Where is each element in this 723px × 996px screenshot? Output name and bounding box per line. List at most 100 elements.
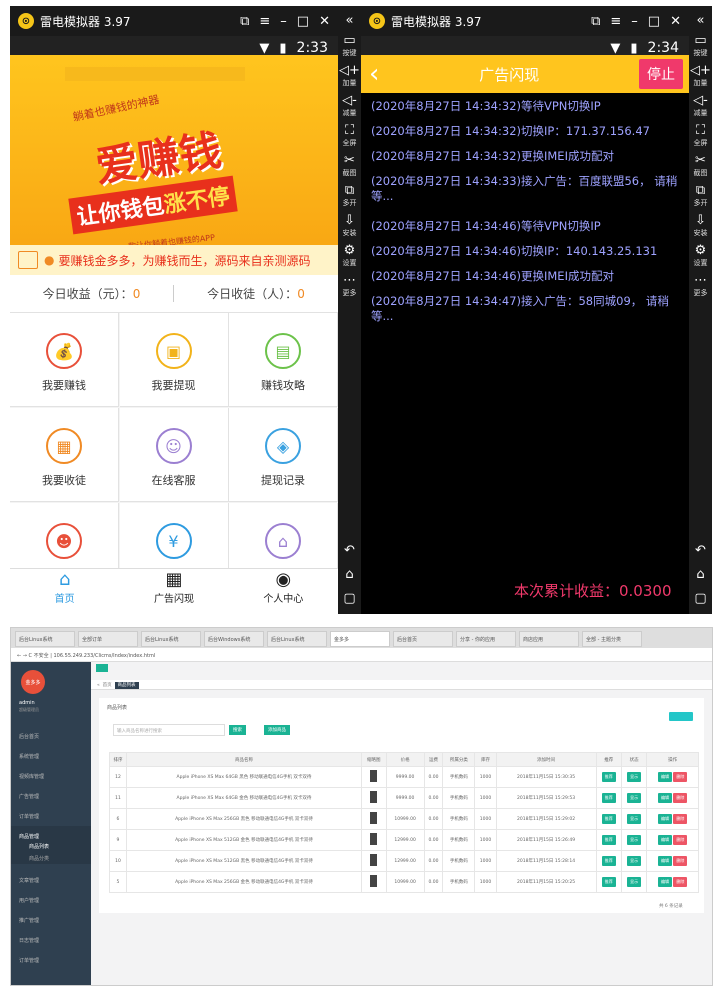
address-bar[interactable]: ← → C 不安全 | 106.55.249.233/Clicms/Index/… <box>11 648 712 662</box>
tool-按键[interactable]: ▭ 按键 <box>338 34 361 58</box>
grid-item[interactable]: ¥收益记录 <box>119 503 229 568</box>
status-badge[interactable]: 显示 <box>627 856 642 866</box>
grid-item[interactable]: ◈ 提现记录 <box>229 408 338 502</box>
minimize-icon[interactable]: – <box>631 14 638 29</box>
maximize-icon[interactable]: □ <box>648 14 660 29</box>
sidebar-item[interactable]: 视频库管理 <box>11 766 91 786</box>
grid-item[interactable]: ▤ 赚钱攻略 <box>229 313 338 407</box>
collapse-icon[interactable]: « <box>338 14 361 28</box>
browser-tab[interactable]: 金多多 <box>330 631 390 647</box>
screenshot-icon[interactable]: ⧉ <box>240 14 249 29</box>
browser-tab[interactable]: 后台Linux系统 <box>15 631 75 647</box>
tool-设置[interactable]: ⚙ 设置 <box>338 244 361 268</box>
recommend-badge[interactable]: 推荐 <box>601 856 616 866</box>
minimize-icon[interactable]: – <box>280 14 287 29</box>
browser-tab[interactable]: 商店应用 <box>519 631 579 647</box>
nav-arrows-icon[interactable]: ← → C <box>17 653 34 659</box>
sidebar-item[interactable]: 后台首页 <box>11 726 91 746</box>
delete-button[interactable]: 删除 <box>673 856 688 866</box>
grid-item[interactable]: ⌂商城 <box>229 503 338 568</box>
recent-nav-icon[interactable]: ▢ <box>689 592 712 606</box>
tool-减量[interactable]: ◁- 减量 <box>338 94 361 118</box>
menu-toggle-button[interactable] <box>96 664 108 672</box>
sidebar-item[interactable]: 订单管理 <box>11 806 91 826</box>
sidebar-item[interactable]: 推广管理 <box>11 910 91 930</box>
recommend-badge[interactable]: 推荐 <box>601 772 616 782</box>
edit-button[interactable]: 编辑 <box>657 814 672 824</box>
tab-goods-list[interactable]: 商品列表 <box>114 682 139 689</box>
tab-home[interactable]: 首页 <box>103 683 112 688</box>
status-badge[interactable]: 显示 <box>627 814 642 824</box>
sidebar-item[interactable]: 文章管理 <box>11 870 91 890</box>
tool-加量[interactable]: ◁+ 加量 <box>338 64 361 88</box>
edit-button[interactable]: 编辑 <box>657 793 672 803</box>
delete-button[interactable]: 删除 <box>673 772 688 782</box>
recent-nav-icon[interactable]: ▢ <box>338 592 361 606</box>
close-icon[interactable]: ✕ <box>319 14 330 29</box>
tool-减量[interactable]: ◁- 减量 <box>689 94 712 118</box>
refresh-button[interactable] <box>669 712 693 721</box>
menu-icon[interactable]: ≡ <box>610 14 621 29</box>
edit-button[interactable]: 编辑 <box>657 877 672 887</box>
status-badge[interactable]: 显示 <box>627 793 642 803</box>
back-nav-icon[interactable]: ↶ <box>689 544 712 558</box>
tool-多开[interactable]: ⧉ 多开 <box>689 184 712 208</box>
recommend-badge[interactable]: 推荐 <box>601 877 616 887</box>
screenshot-icon[interactable]: ⧉ <box>591 14 600 29</box>
sidebar-item[interactable]: 订单管理 <box>11 950 91 970</box>
delete-button[interactable]: 删除 <box>673 835 688 845</box>
edit-button[interactable]: 编辑 <box>657 856 672 866</box>
back-icon[interactable]: ‹ <box>369 59 379 89</box>
tool-截图[interactable]: ✂ 截图 <box>338 154 361 178</box>
sidebar-item[interactable]: 商品列表 <box>11 840 91 852</box>
grid-item[interactable]: ☻我的团队 <box>10 503 119 568</box>
menu-icon[interactable]: ≡ <box>259 14 270 29</box>
browser-tab[interactable]: 后台Linux系统 <box>141 631 201 647</box>
sidebar-item[interactable]: 用户管理 <box>11 890 91 910</box>
collapse-icon[interactable]: « <box>689 14 712 28</box>
browser-tab[interactable]: 分享 - 你的应用 <box>456 631 516 647</box>
stop-button[interactable]: 停止 <box>639 59 683 89</box>
recommend-badge[interactable]: 推荐 <box>601 835 616 845</box>
sidebar-item[interactable]: 广告管理 <box>11 786 91 806</box>
tool-安装[interactable]: ⇩ 安装 <box>689 214 712 238</box>
edit-button[interactable]: 编辑 <box>657 835 672 845</box>
close-icon[interactable]: ✕ <box>670 14 681 29</box>
edit-button[interactable]: 编辑 <box>657 772 672 782</box>
tool-设置[interactable]: ⚙ 设置 <box>689 244 712 268</box>
status-badge[interactable]: 显示 <box>627 772 642 782</box>
tool-全屏[interactable]: ⛶ 全屏 <box>689 124 712 148</box>
tool-安装[interactable]: ⇩ 安装 <box>338 214 361 238</box>
tool-全屏[interactable]: ⛶ 全屏 <box>338 124 361 148</box>
delete-button[interactable]: 删除 <box>673 814 688 824</box>
nav-profile[interactable]: ◉ 个人中心 <box>229 569 338 614</box>
browser-tab[interactable]: 全部 - 主题分类 <box>582 631 642 647</box>
tool-多开[interactable]: ⧉ 多开 <box>338 184 361 208</box>
grid-item[interactable]: 💰 我要赚钱 <box>10 313 119 407</box>
delete-button[interactable]: 删除 <box>673 877 688 887</box>
grid-item[interactable]: ▦ 我要收徒 <box>10 408 119 502</box>
browser-tab[interactable]: 后台Windows系统 <box>204 631 264 647</box>
add-goods-button[interactable]: 添加商品 <box>264 725 290 735</box>
nav-home[interactable]: ⌂ 首页 <box>10 569 119 614</box>
promo-banner[interactable]: 躺着也赚钱的神器 爱赚钱 让你钱包涨不停 一款让你躺着也赚钱的APP <box>10 55 338 275</box>
home-nav-icon[interactable]: ⌂ <box>338 568 361 582</box>
tool-更多[interactable]: ⋯ 更多 <box>338 274 361 298</box>
grid-item[interactable]: ▣ 我要提现 <box>119 313 229 407</box>
sidebar-item[interactable]: 系统管理 <box>11 746 91 766</box>
tool-更多[interactable]: ⋯ 更多 <box>689 274 712 298</box>
back-nav-icon[interactable]: ↶ <box>338 544 361 558</box>
home-nav-icon[interactable]: ⌂ <box>689 568 712 582</box>
browser-tab[interactable]: 全部订单 <box>78 631 138 647</box>
browser-tab[interactable]: 后台Linux系统 <box>267 631 327 647</box>
search-input[interactable]: 输入商品名称进行搜索 <box>113 724 225 736</box>
tool-按键[interactable]: ▭ 按键 <box>689 34 712 58</box>
grid-item[interactable]: ☺ 在线客服 <box>119 408 229 502</box>
status-badge[interactable]: 显示 <box>627 835 642 845</box>
status-badge[interactable]: 显示 <box>627 877 642 887</box>
recommend-badge[interactable]: 推荐 <box>601 814 616 824</box>
search-button[interactable]: 搜索 <box>229 725 246 735</box>
delete-button[interactable]: 删除 <box>673 793 688 803</box>
nav-ad-flash[interactable]: ▦ 广告闪现 <box>119 569 228 614</box>
maximize-icon[interactable]: □ <box>297 14 309 29</box>
